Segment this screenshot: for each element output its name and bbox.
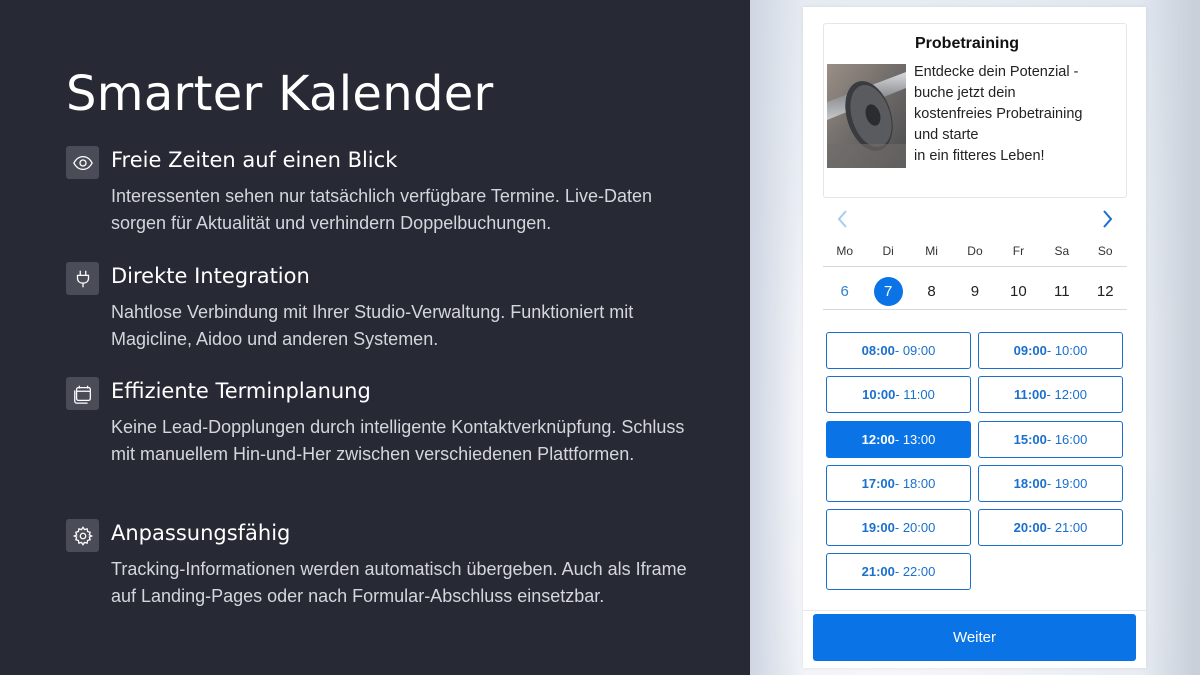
day-number: 12: [1096, 282, 1114, 300]
weekday-label: Mo: [836, 244, 854, 258]
feature-heading: Freie Zeiten auf einen Blick: [111, 148, 398, 172]
day-cell[interactable]: 12: [1084, 271, 1127, 311]
time-slot[interactable]: 08:00 - 09:00: [826, 332, 971, 369]
offer-line: in ein fitteres Leben!: [914, 148, 1045, 164]
weekday-label: Di: [882, 244, 894, 258]
time-slot-selected[interactable]: 12:00 - 13:00: [826, 421, 971, 458]
offer-line: kostenfreies Probetraining: [914, 106, 1083, 122]
previous-week-button[interactable]: [833, 207, 853, 231]
day-cell[interactable]: 6: [823, 271, 866, 311]
plug-icon: [66, 262, 99, 295]
offer-line: buche jetzt dein: [914, 85, 1016, 101]
day-number: 7: [873, 276, 903, 306]
day-cell[interactable]: 9: [953, 271, 996, 311]
day-number: 8: [927, 282, 936, 300]
divider: [823, 309, 1127, 310]
feature-description: Nahtlose Verbindung mit Ihrer Studio-Ver…: [111, 302, 634, 349]
feature-description: Tracking-Informationen werden automatisc…: [111, 559, 687, 606]
time-slot[interactable]: 19:00 - 20:00: [826, 509, 971, 546]
eye-icon: [66, 146, 99, 179]
chevron-left-icon: [837, 210, 847, 228]
chevron-right-icon: [1103, 210, 1113, 228]
time-slot[interactable]: 21:00 - 22:00: [826, 553, 971, 590]
page-title: Smarter Kalender: [66, 66, 494, 122]
day-number: 10: [1010, 282, 1027, 300]
weekday-label: Fr: [1012, 244, 1025, 258]
offer-description: Entdecke dein Potenzial - buche jetzt de…: [914, 62, 1114, 167]
divider: [803, 610, 1146, 611]
offer-title: Probetraining: [915, 35, 1020, 52]
fitness-image: [827, 64, 906, 168]
offer-line: und starte: [914, 127, 979, 143]
time-slot[interactable]: 09:00 - 10:00: [978, 332, 1123, 369]
time-slot[interactable]: 11:00 - 12:00: [978, 376, 1123, 413]
divider: [823, 266, 1127, 267]
weekday-label: Sa: [1054, 244, 1070, 258]
booking-widget: Probetraining Entdecke dein Potenzial - …: [803, 7, 1146, 668]
gear-icon: [66, 519, 99, 552]
feature-heading: Direkte Integration: [111, 264, 310, 288]
day-row: 6 7 8 9 10 11 12: [823, 271, 1127, 311]
feature-description: Interessenten sehen nur tatsächlich verf…: [111, 186, 652, 233]
day-cell[interactable]: 8: [910, 271, 953, 311]
day-number: 6: [840, 282, 849, 300]
next-week-button[interactable]: [1097, 207, 1117, 231]
day-cell[interactable]: 10: [997, 271, 1040, 311]
feature-description: Keine Lead-Dopplungen durch intelligente…: [111, 417, 685, 464]
offer-line: Entdecke dein Potenzial -: [914, 64, 1079, 80]
day-number: 9: [970, 282, 980, 300]
time-slot[interactable]: 17:00 - 18:00: [826, 465, 971, 502]
weekday-label: Mi: [925, 244, 938, 258]
day-cell[interactable]: 11: [1040, 271, 1083, 311]
weekday-label: So: [1097, 244, 1113, 258]
info-panel: Smarter Kalender Freie Zeiten auf einen …: [0, 0, 750, 675]
calendar-icon: [66, 377, 99, 410]
feature-heading: Effiziente Terminplanung: [111, 379, 371, 403]
weekday-header: Mo Di Mi Do Fr Sa So: [823, 243, 1127, 267]
time-slot[interactable]: 10:00 - 11:00: [826, 376, 971, 413]
time-slot[interactable]: 15:00 - 16:00: [978, 421, 1123, 458]
feature-heading: Anpassungsfähig: [111, 521, 291, 545]
next-button[interactable]: Weiter: [813, 614, 1136, 661]
offer-card: Probetraining Entdecke dein Potenzial - …: [823, 23, 1127, 198]
day-cell-selected[interactable]: 7: [866, 271, 909, 311]
day-number: 11: [1054, 282, 1070, 300]
time-slot[interactable]: 18:00 - 19:00: [978, 465, 1123, 502]
time-slot[interactable]: 20:00 - 21:00: [978, 509, 1123, 546]
weekday-label: Do: [967, 244, 983, 258]
